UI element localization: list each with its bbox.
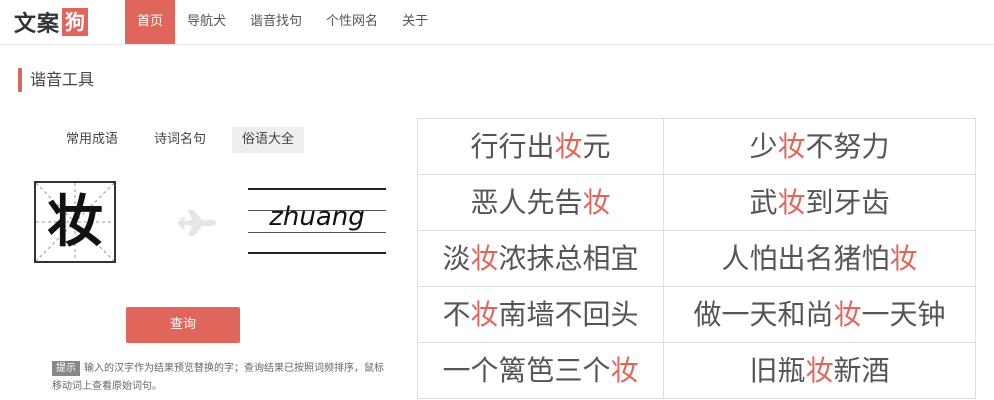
nav-item-nickname[interactable]: 个性网名	[314, 0, 390, 44]
result-cell[interactable]: 武妆到牙齿	[664, 175, 976, 231]
pinyin-line-bottom	[248, 252, 386, 254]
top-header: 文案 狗 首页 导航犬 谐音找句 个性网名 关于	[0, 0, 994, 45]
nav-item-homophone[interactable]: 谐音找句	[238, 0, 314, 44]
query-button[interactable]: 查询	[126, 307, 240, 343]
result-text-highlight: 妆	[554, 130, 583, 163]
result-cell[interactable]: 一个篱笆三个妆	[418, 343, 664, 399]
result-text-highlight: 妆	[470, 298, 499, 331]
nav-item-home[interactable]: 首页	[125, 0, 176, 44]
result-text-pre: 做一天和尚	[693, 298, 834, 331]
tip-note: 提示 输入的汉字作为结果预览替换的字；查询结果已按照词频排序，鼠标移动词上查看原始…	[52, 360, 392, 396]
character-value: 妆	[47, 189, 103, 255]
result-row: 行行出妆元 少妆不努力	[418, 119, 976, 175]
result-row: 一个篱笆三个妆 旧瓶妆新酒	[418, 343, 976, 399]
pinyin-display: zhuang	[248, 188, 386, 254]
nav-item-guide[interactable]: 导航犬	[175, 0, 238, 44]
result-cell[interactable]: 淡妆浓抹总相宜	[418, 231, 664, 287]
section-title: 谐音工具	[18, 68, 94, 92]
result-text-post: 一天钟	[861, 298, 946, 331]
tab-poetry[interactable]: 诗词名句	[144, 127, 216, 153]
result-text-pre: 淡	[442, 242, 471, 275]
result-text-highlight: 妆	[889, 242, 918, 275]
result-text-highlight: 妆	[777, 186, 806, 219]
result-text-highlight: 妆	[582, 186, 611, 219]
result-text-pre: 旧瓶	[749, 354, 806, 387]
result-text-post: 元	[582, 130, 611, 163]
result-cell[interactable]: 少妆不努力	[664, 119, 976, 175]
main-nav: 首页 导航犬 谐音找句 个性网名 关于	[125, 0, 440, 44]
result-cell[interactable]: 人怕出名猪怕妆	[664, 231, 976, 287]
pinyin-line-top	[248, 188, 386, 190]
result-cell[interactable]: 恶人先告妆	[418, 175, 664, 231]
airplane-icon	[176, 210, 216, 236]
result-text-pre: 一个篱笆三个	[442, 354, 611, 387]
results-grid: 行行出妆元 少妆不努力 恶人先告妆 武妆到牙齿 淡妆浓抹总相宜 人怕出名猪怕妆 不妆南墙不回…	[417, 118, 976, 399]
result-cell[interactable]: 做一天和尚妆一天钟	[664, 287, 976, 343]
logo-text: 文案	[14, 12, 61, 37]
result-row: 淡妆浓抹总相宜 人怕出名猪怕妆	[418, 231, 976, 287]
result-text-highlight: 妆	[805, 354, 834, 387]
result-cell[interactable]: 旧瓶妆新酒	[664, 343, 976, 399]
tip-badge: 提示	[52, 361, 80, 376]
tab-proverbs[interactable]: 俗语大全	[232, 127, 305, 153]
category-tabs: 常用成语 诗词名句 俗语大全	[56, 127, 320, 153]
result-row: 恶人先告妆 武妆到牙齿	[418, 175, 976, 231]
nav-item-about[interactable]: 关于	[390, 0, 440, 44]
result-text-highlight: 妆	[610, 354, 639, 387]
tip-text: 输入的汉字作为结果预览替换的字；查询结果已按照词频排序，鼠标移动词上查看原始词句…	[52, 363, 384, 392]
pinyin-line-mid2	[248, 232, 386, 233]
pinyin-value: zhuang	[269, 202, 365, 232]
result-text-pre: 行行出	[470, 130, 555, 163]
result-text-post: 新酒	[833, 354, 890, 387]
result-row: 不妆南墙不回头 做一天和尚妆一天钟	[418, 287, 976, 343]
result-text-post: 南墙不回头	[498, 298, 639, 331]
result-text-pre: 武	[749, 186, 778, 219]
result-text-pre: 恶人先告	[470, 186, 583, 219]
result-text-post: 到牙齿	[805, 186, 890, 219]
site-logo[interactable]: 文案 狗	[14, 8, 89, 37]
result-text-post: 浓抹总相宜	[498, 242, 639, 275]
logo-box: 狗	[62, 8, 89, 36]
tab-idioms[interactable]: 常用成语	[56, 127, 128, 153]
result-text-post: 不努力	[805, 130, 890, 163]
result-text-highlight: 妆	[777, 130, 806, 163]
result-text-pre: 不	[442, 298, 471, 331]
result-text-highlight: 妆	[833, 298, 862, 331]
result-cell[interactable]: 不妆南墙不回头	[418, 287, 664, 343]
result-text-pre: 少	[749, 130, 778, 163]
character-input-box[interactable]: 妆	[34, 181, 116, 263]
result-cell[interactable]: 行行出妆元	[418, 119, 664, 175]
result-text-highlight: 妆	[470, 242, 499, 275]
result-text-pre: 人怕出名猪怕	[721, 242, 890, 275]
